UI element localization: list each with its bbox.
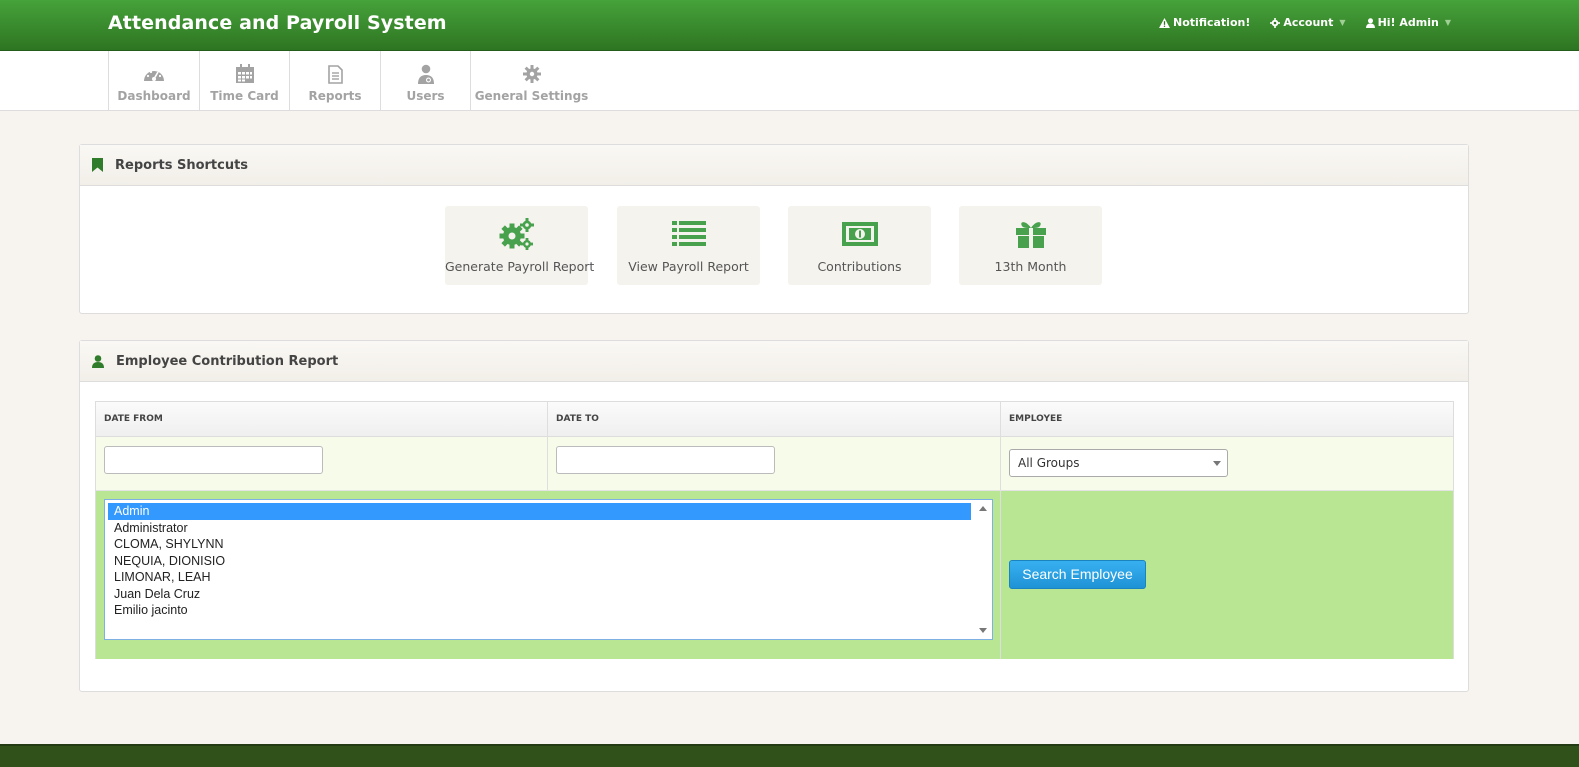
- nav-general-settings[interactable]: General Settings: [470, 51, 592, 110]
- shortcut-label: 13th Month: [994, 259, 1067, 274]
- employee-header: EMPLOYEE: [1009, 414, 1063, 424]
- date-from-input[interactable]: [104, 446, 323, 474]
- top-nav: Notification! Account ▼ Hi! Admin ▼: [1159, 16, 1451, 29]
- employee-option[interactable]: LIMONAR, LEAH: [108, 569, 971, 586]
- gear-icon: [1270, 17, 1281, 28]
- notification-label: Notification!: [1173, 16, 1251, 29]
- nav-time-card-label: Time Card: [210, 89, 279, 103]
- employee-option[interactable]: Emilio jacinto: [108, 602, 971, 619]
- shortcut-label: Generate Payroll Report: [445, 259, 595, 274]
- chevron-down-icon: [1213, 461, 1221, 466]
- listbox-scrollbar[interactable]: [974, 500, 992, 639]
- nav-users-label: Users: [406, 89, 445, 103]
- account-menu[interactable]: Account ▼: [1270, 16, 1346, 29]
- file-icon: [327, 64, 343, 84]
- search-employee-button[interactable]: Search Employee: [1009, 560, 1146, 589]
- employee-option[interactable]: CLOMA, SHYLYNN: [108, 536, 971, 553]
- scroll-down-arrow-icon[interactable]: [979, 628, 987, 633]
- date-from-header: DATE FROM: [104, 414, 163, 424]
- reports-shortcuts-panel: Reports Shortcuts Generate Payroll Repor…: [79, 144, 1469, 314]
- shortcut-contributions[interactable]: Contributions: [788, 206, 931, 285]
- gears-icon: [499, 218, 534, 250]
- table-header: DATE FROM DATE TO EMPLOYEE: [96, 402, 1453, 437]
- users-icon: [417, 64, 434, 84]
- report-filter-table: DATE FROM DATE TO EMPLOYEE All Groups Ad…: [95, 401, 1454, 659]
- employee-option[interactable]: NEQUIA, DIONISIO: [108, 553, 971, 570]
- date-to-header: DATE TO: [556, 414, 599, 424]
- list-icon: [671, 221, 706, 246]
- nav-reports[interactable]: Reports: [289, 51, 380, 110]
- nav-dashboard-label: Dashboard: [117, 89, 191, 103]
- employee-option[interactable]: Administrator: [108, 520, 971, 537]
- employee-option[interactable]: Juan Dela Cruz: [108, 586, 971, 603]
- shortcut-label: View Payroll Report: [628, 259, 749, 274]
- user-menu[interactable]: Hi! Admin ▼: [1365, 16, 1451, 29]
- nav-dashboard[interactable]: Dashboard: [108, 51, 199, 110]
- user-icon: [1365, 17, 1375, 28]
- account-label: Account: [1283, 16, 1334, 29]
- gear-icon: [522, 65, 541, 83]
- panel-title: Employee Contribution Report: [116, 353, 339, 369]
- chevron-down-icon: ▼: [1444, 18, 1451, 27]
- shortcut-view-payroll[interactable]: View Payroll Report: [617, 206, 760, 285]
- dashboard-icon: [144, 70, 164, 81]
- top-header: Attendance and Payroll System Notificati…: [0, 0, 1579, 51]
- panel-header: Reports Shortcuts: [80, 145, 1468, 186]
- calendar-icon: [235, 64, 254, 83]
- nav-users[interactable]: Users: [380, 51, 470, 110]
- user-icon: [92, 354, 104, 368]
- shortcut-13th-month[interactable]: 13th Month: [959, 206, 1102, 285]
- panel-title: Reports Shortcuts: [115, 157, 249, 173]
- shortcut-generate-payroll[interactable]: Generate Payroll Report: [445, 206, 595, 285]
- filter-row: All Groups: [96, 437, 1453, 491]
- nav-time-card[interactable]: Time Card: [199, 51, 289, 110]
- warning-icon: [1159, 17, 1170, 28]
- chevron-down-icon: ▼: [1339, 18, 1346, 27]
- group-select-value: All Groups: [1018, 456, 1080, 470]
- employee-listbox[interactable]: Admin Administrator CLOMA, SHYLYNN NEQUI…: [104, 499, 993, 640]
- user-label: Hi! Admin: [1377, 16, 1439, 29]
- panel-header: Employee Contribution Report: [80, 341, 1468, 382]
- money-icon: [841, 222, 878, 246]
- nav-general-settings-label: General Settings: [474, 89, 589, 103]
- bookmark-icon: [92, 158, 103, 172]
- notification-link[interactable]: Notification!: [1159, 16, 1250, 29]
- employee-row: Admin Administrator CLOMA, SHYLYNN NEQUI…: [96, 491, 1453, 659]
- employee-contribution-panel: Employee Contribution Report DATE FROM D…: [79, 340, 1469, 692]
- nav-reports-label: Reports: [308, 89, 362, 103]
- date-to-input[interactable]: [556, 446, 775, 474]
- employee-option[interactable]: Admin: [108, 503, 971, 520]
- scroll-up-arrow-icon[interactable]: [979, 506, 987, 511]
- group-select[interactable]: All Groups: [1009, 449, 1228, 477]
- app-title[interactable]: Attendance and Payroll System: [108, 12, 447, 34]
- shortcut-label: Contributions: [817, 259, 902, 274]
- footer: [0, 744, 1579, 767]
- main-nav: Dashboard Time Card Reports Users Genera…: [0, 51, 1579, 111]
- gift-icon: [1015, 222, 1046, 248]
